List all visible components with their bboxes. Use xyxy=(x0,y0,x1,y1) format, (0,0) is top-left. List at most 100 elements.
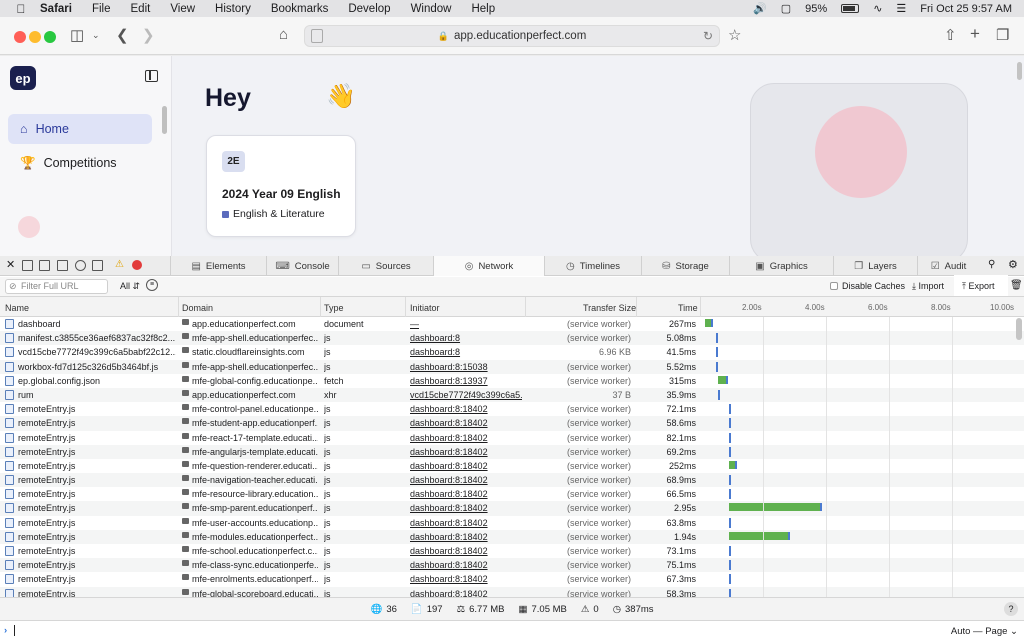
table-row[interactable]: remoteEntry.js mfe-school.educationperfec… xyxy=(0,544,1024,559)
detach-icon[interactable] xyxy=(57,260,68,271)
waterfall-bar[interactable] xyxy=(717,375,728,384)
table-row[interactable]: rum app.educationperfect.com xhr vcd15cbe77… xyxy=(0,387,1024,403)
column-transfer-size[interactable]: Transfer Size xyxy=(583,303,636,313)
bookmark-star-icon[interactable]: ☆ xyxy=(728,26,741,44)
import-button[interactable]: ⤓ Import xyxy=(912,281,944,292)
console-prompt-bar[interactable]: › Auto — Page ⌄ xyxy=(0,620,1024,640)
minimize-window-button[interactable] xyxy=(29,31,41,43)
close-inspector-icon[interactable]: ✕ xyxy=(6,258,15,271)
collapse-sidebar-icon[interactable] xyxy=(145,70,158,82)
table-row[interactable]: ep.global.config.json mfe-global-config.e… xyxy=(0,373,1024,388)
waterfall-bar[interactable] xyxy=(716,347,719,358)
request-initiator[interactable]: vcd15cbe7772f49c399c6a5... xyxy=(410,390,522,400)
waterfall-bar[interactable] xyxy=(705,319,714,327)
waterfall-bar[interactable] xyxy=(728,503,822,512)
forward-button[interactable]: ❯ xyxy=(142,26,155,44)
request-initiator[interactable]: dashboard:8:18402 xyxy=(410,560,522,570)
warning-icon[interactable]: ⚠ xyxy=(115,259,124,270)
waterfall-bar[interactable] xyxy=(728,560,731,571)
close-window-button[interactable] xyxy=(14,31,26,43)
filter-url-input[interactable]: Filter Full URL xyxy=(5,279,108,294)
table-row[interactable]: remoteEntry.js mfe-enrolments.educationpe… xyxy=(0,572,1024,587)
waterfall-bar[interactable] xyxy=(728,460,737,469)
share-icon[interactable]: ⇧ xyxy=(944,26,957,44)
help-button[interactable]: ? xyxy=(1004,602,1018,616)
menu-bookmarks[interactable]: Bookmarks xyxy=(261,3,339,15)
tab-console[interactable]: ⌨ Console xyxy=(266,256,338,276)
table-row[interactable]: vcd15cbe7772f49c399c6a5babf22c12... stati… xyxy=(0,345,1024,360)
export-button[interactable]: ⤒ Export xyxy=(962,281,995,292)
menu-window[interactable]: Window xyxy=(401,3,462,15)
request-initiator[interactable]: dashboard:8 xyxy=(410,347,522,357)
table-row[interactable]: workbox-fd7d125c326d5b3464bf.js mfe-app-s… xyxy=(0,359,1024,374)
waterfall-bar[interactable] xyxy=(716,333,719,344)
menu-develop[interactable]: Develop xyxy=(338,3,400,15)
waterfall-bar[interactable] xyxy=(717,389,720,400)
table-row[interactable]: manifest.c3855ce36aef6837ac32f8c2... mfe-… xyxy=(0,331,1024,346)
tab-elements[interactable]: ▤ Elements xyxy=(170,256,266,276)
back-button[interactable]: ❮ xyxy=(116,26,129,44)
tab-storage[interactable]: ⛁ Storage xyxy=(641,256,729,276)
type-filter-select[interactable]: All ⇵ xyxy=(120,281,140,292)
tab-overview-icon[interactable]: ❐ xyxy=(996,26,1009,44)
request-initiator[interactable]: dashboard:8 xyxy=(410,333,522,343)
column-name[interactable]: Name xyxy=(5,303,29,313)
waterfall-bar[interactable] xyxy=(728,517,731,528)
request-initiator[interactable]: dashboard:8:18402 xyxy=(410,574,522,584)
table-row[interactable]: remoteEntry.js mfe-angularjs-template.edu… xyxy=(0,444,1024,459)
clear-log-icon[interactable]: 🗑 xyxy=(1010,280,1023,291)
request-initiator[interactable]: dashboard:8:18402 xyxy=(410,589,522,597)
request-initiator[interactable]: dashboard:8:18402 xyxy=(410,461,522,471)
new-tab-icon[interactable]: + xyxy=(970,24,980,44)
sidebar-scrollbar[interactable] xyxy=(162,106,167,134)
menu-view[interactable]: View xyxy=(160,3,205,15)
page-scrollbar[interactable] xyxy=(1017,62,1022,80)
device-settings-icon[interactable] xyxy=(92,260,103,271)
disable-caches-checkbox[interactable]: Disable Caches xyxy=(830,281,905,291)
tab-audit[interactable]: ☑ Audit xyxy=(917,256,979,276)
waterfall-bar[interactable] xyxy=(728,531,790,540)
checkbox-box[interactable] xyxy=(830,282,838,290)
display-icon[interactable]: ▢ xyxy=(781,2,791,15)
dock-side-icon[interactable] xyxy=(39,260,50,271)
request-initiator[interactable]: dashboard:8:18402 xyxy=(410,418,522,428)
nav-item-home[interactable]: ⌂ Home xyxy=(8,114,152,144)
table-row[interactable]: remoteEntry.js mfe-student-app.educationp… xyxy=(0,416,1024,431)
table-row[interactable]: remoteEntry.js mfe-navigation-teacher.edu… xyxy=(0,473,1024,488)
request-initiator[interactable]: dashboard:8:18402 xyxy=(410,475,522,485)
table-row[interactable]: dashboard app.educationperfect.com documen… xyxy=(0,317,1024,332)
reader-icon[interactable] xyxy=(311,29,323,43)
table-row[interactable]: remoteEntry.js mfe-resource-library.educa… xyxy=(0,487,1024,502)
home-icon[interactable]: ⌂ xyxy=(279,26,288,43)
waterfall-bar[interactable] xyxy=(728,546,731,556)
column-type[interactable]: Type xyxy=(324,303,344,313)
request-initiator[interactable]: dashboard:8:15038 xyxy=(410,362,522,372)
battery-icon[interactable] xyxy=(841,4,860,13)
chevron-down-icon[interactable]: ⌄ xyxy=(92,30,100,41)
waterfall-bar[interactable] xyxy=(728,588,731,597)
wifi-icon[interactable]: ∿ xyxy=(873,2,882,15)
waterfall-bar[interactable] xyxy=(728,446,731,457)
menu-file[interactable]: File xyxy=(82,3,121,15)
request-initiator[interactable]: dashboard:8:18402 xyxy=(410,546,522,556)
address-bar[interactable]: 🔒 app.educationperfect.com ↻ xyxy=(304,25,720,47)
table-row[interactable]: remoteEntry.js mfe-react-17-template.educ… xyxy=(0,430,1024,445)
menu-app-name[interactable]: Safari xyxy=(30,3,82,15)
tab-layers[interactable]: ❐ Layers xyxy=(833,256,917,276)
request-initiator[interactable]: dashboard:8:18402 xyxy=(410,433,522,443)
control-center-icon[interactable]: ☰ xyxy=(896,2,906,15)
gear-icon[interactable]: ⚙ xyxy=(1008,258,1018,271)
course-card[interactable]: 2E 2024 Year 09 English English & Litera… xyxy=(206,135,356,237)
reload-icon[interactable]: ↻ xyxy=(703,29,713,43)
waterfall-bar[interactable] xyxy=(728,475,731,486)
menu-help[interactable]: Help xyxy=(461,3,505,15)
avatar[interactable] xyxy=(18,216,40,238)
zoom-window-button[interactable] xyxy=(44,31,56,43)
waterfall-bar[interactable] xyxy=(728,404,731,415)
tab-graphics[interactable]: ▣ Graphics xyxy=(729,256,833,276)
menu-history[interactable]: History xyxy=(205,3,261,15)
waterfall-bar[interactable] xyxy=(716,361,719,372)
console-input[interactable] xyxy=(14,625,15,636)
waterfall-bar[interactable] xyxy=(728,418,731,429)
table-row[interactable]: remoteEntry.js mfe-modules.educationperfe… xyxy=(0,529,1024,544)
